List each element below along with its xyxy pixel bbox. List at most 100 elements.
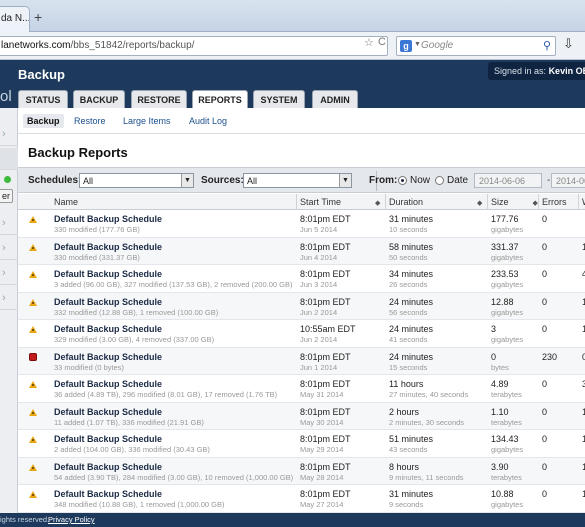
- row-duration-detail: 15 seconds: [389, 362, 428, 372]
- schedules-select[interactable]: All ▼: [79, 173, 194, 188]
- subnav-audit-log[interactable]: Audit Log: [189, 116, 227, 126]
- row-size: 10.88: [491, 489, 514, 499]
- tab-restore[interactable]: RESTORE: [131, 90, 187, 108]
- table-row[interactable]: Default Backup Schedule 348 modified (10.…: [18, 485, 585, 513]
- sub-nav: Backup Restore Large Items Audit Log: [18, 108, 585, 134]
- google-icon[interactable]: g: [400, 40, 412, 52]
- tab-system[interactable]: SYSTEM: [253, 90, 305, 108]
- table-row[interactable]: Default Backup Schedule 33 modified (0 by…: [18, 347, 585, 375]
- warning-icon: [29, 216, 37, 223]
- row-duration-detail: 50 seconds: [389, 252, 428, 262]
- table-row[interactable]: Default Backup Schedule 2 added (104.00 G…: [18, 430, 585, 458]
- subnav-large-items[interactable]: Large Items: [123, 116, 171, 126]
- download-icon[interactable]: ⇩: [563, 36, 574, 52]
- row-errors: 0: [542, 214, 548, 224]
- row-duration: 11 hours: [389, 379, 424, 389]
- table-row[interactable]: Default Backup Schedule 3 added (96.00 GB…: [18, 265, 585, 293]
- table-row[interactable]: Default Backup Schedule 329 modified (3.0…: [18, 320, 585, 348]
- sources-select[interactable]: All ▼: [243, 173, 352, 188]
- table-row[interactable]: Default Backup Schedule 54 added (3.90 TB…: [18, 457, 585, 485]
- chevron-right-icon: ›: [2, 128, 6, 140]
- chevron-down-icon[interactable]: ▼: [414, 41, 421, 48]
- row-start-date: Jun 3 2014: [300, 280, 338, 289]
- left-panel-button[interactable]: er: [0, 189, 13, 203]
- table-row[interactable]: Default Backup Schedule 330 modified (177…: [18, 210, 585, 238]
- page-title: Backup: [18, 67, 65, 82]
- row-duration-detail: 27 minutes, 40 seconds: [389, 390, 469, 399]
- footer-rights: ights reserved.: [0, 515, 50, 524]
- reload-icon[interactable]: C: [378, 36, 386, 48]
- left-panel-row[interactable]: ›: [0, 213, 18, 235]
- row-size-unit: terabytes: [491, 472, 522, 482]
- row-start-time: 8:01pm EDT: [300, 434, 351, 444]
- col-start-time[interactable]: Start Time ◆: [300, 197, 380, 207]
- date-from-field[interactable]: 2014-06-06: [474, 173, 542, 188]
- browser-tab[interactable]: da N...: [0, 6, 30, 32]
- tab-admin[interactable]: ADMIN: [312, 90, 358, 108]
- warning-icon: [29, 491, 37, 498]
- sources-label: Sources:: [201, 175, 244, 186]
- browser-tab-bar: da N... +: [0, 0, 585, 32]
- new-tab-button[interactable]: +: [34, 10, 42, 24]
- schedules-label: Schedules:: [28, 175, 82, 186]
- row-size-unit: terabytes: [491, 390, 522, 399]
- row-detail: 36 added (4.89 TB), 296 modified (8.01 G…: [54, 390, 278, 399]
- row-name: Default Backup Schedule: [54, 269, 163, 279]
- footer: ights reserved. Privacy Policy: [0, 513, 585, 527]
- table-row[interactable]: Default Backup Schedule 332 modified (12.…: [18, 292, 585, 320]
- row-start-time: 8:01pm EDT: [300, 214, 351, 224]
- row-size: 3.90: [491, 461, 509, 472]
- left-panel-row[interactable]: ›: [0, 263, 18, 285]
- row-size-unit: terabytes: [491, 417, 522, 427]
- now-radio[interactable]: [398, 176, 407, 185]
- row-detail: 329 modified (3.00 GB), 4 removed (337.0…: [54, 335, 215, 344]
- table-row[interactable]: Default Backup Schedule 11 added (1.07 TB…: [18, 402, 585, 430]
- tab-status[interactable]: STATUS: [18, 90, 68, 108]
- subnav-backup[interactable]: Backup: [23, 114, 64, 128]
- row-start-time: 8:01pm EDT: [300, 406, 351, 417]
- row-size: 233.53: [491, 269, 519, 279]
- table-row[interactable]: Default Backup Schedule 36 added (4.89 TB…: [18, 375, 585, 403]
- subnav-restore[interactable]: Restore: [74, 116, 106, 126]
- row-errors: 0: [542, 269, 548, 279]
- left-panel-row[interactable]: ›: [0, 238, 18, 260]
- row-duration-detail: 41 seconds: [389, 335, 428, 344]
- col-name[interactable]: Name: [54, 197, 78, 207]
- url-host: lanetworks.com: [1, 40, 71, 51]
- signed-in-badge[interactable]: Signed in as: Kevin OBrien: [488, 62, 585, 80]
- row-size-unit: gigabytes: [491, 307, 524, 317]
- row-start-date: May 28 2014: [300, 472, 344, 482]
- left-panel-row[interactable]: ›: [0, 288, 18, 310]
- col-size[interactable]: Size ◆: [491, 197, 538, 207]
- row-errors: 0: [542, 241, 548, 252]
- bookmark-star-icon[interactable]: ☆: [364, 36, 374, 49]
- search-icon[interactable]: ⚲: [543, 39, 551, 52]
- col-errors[interactable]: Errors: [542, 197, 567, 207]
- date-radio[interactable]: [435, 176, 444, 185]
- col-duration[interactable]: Duration ◆: [389, 197, 482, 207]
- chevron-right-icon: ›: [2, 242, 6, 254]
- row-size: 0: [491, 351, 497, 362]
- user-name: Kevin OBrien: [548, 66, 585, 76]
- row-size: 134.43: [491, 434, 519, 444]
- warning-icon: [29, 326, 37, 333]
- row-errors: 230: [542, 351, 558, 362]
- search-box[interactable]: g ▼ Google ⚲: [396, 36, 556, 56]
- left-panel-row[interactable]: ›: [0, 124, 18, 146]
- table-row[interactable]: Default Backup Schedule 330 modified (331…: [18, 237, 585, 265]
- row-duration: 51 minutes: [389, 434, 434, 444]
- row-name: Default Backup Schedule: [54, 351, 163, 362]
- left-panel-row[interactable]: [0, 148, 18, 170]
- url-bar[interactable]: lanetworks.com/bbs_51842/reports/backup/: [0, 36, 388, 56]
- row-start-time: 8:01pm EDT: [300, 351, 351, 362]
- tab-reports[interactable]: REPORTS: [192, 90, 248, 109]
- row-size-unit: gigabytes: [491, 252, 524, 262]
- left-panel: › › › › ›: [0, 108, 18, 520]
- date-to-field[interactable]: 2014-06-06: [551, 173, 585, 188]
- row-name: Default Backup Schedule: [54, 324, 163, 334]
- row-start-date: Jun 2 2014: [300, 307, 338, 317]
- privacy-policy-link[interactable]: Privacy Policy: [48, 515, 95, 524]
- tab-backup[interactable]: BACKUP: [73, 90, 125, 108]
- row-duration: 24 minutes: [389, 296, 434, 307]
- row-errors: 0: [542, 296, 548, 307]
